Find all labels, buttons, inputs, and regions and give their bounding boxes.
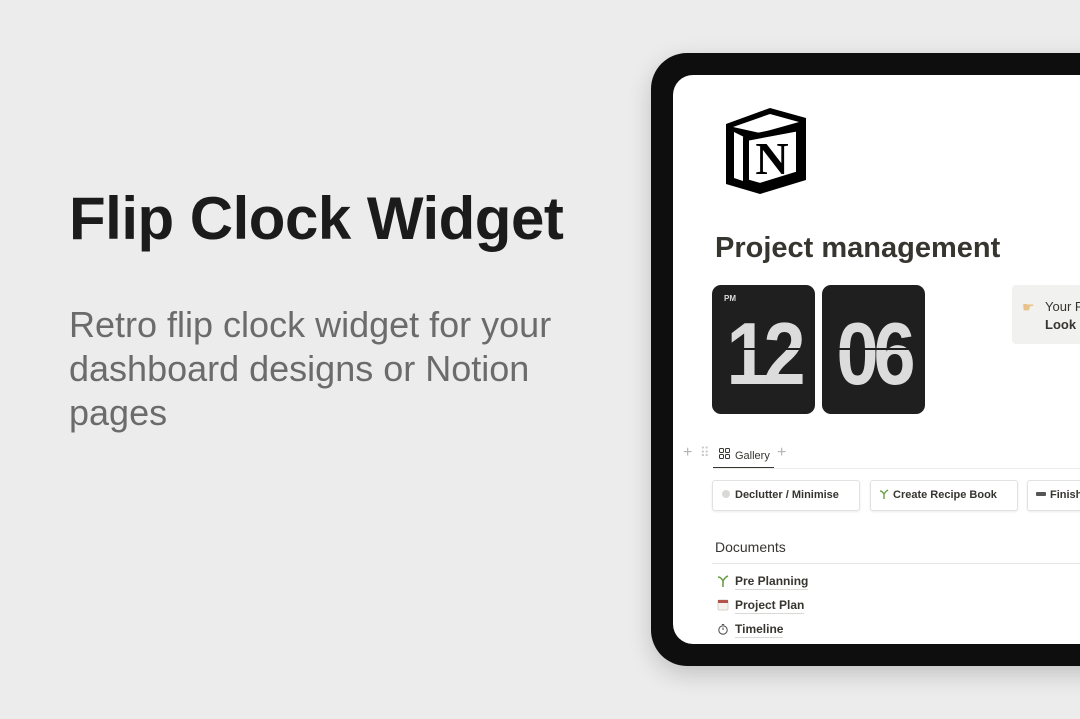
pointing-hand-icon: ☛ — [1022, 299, 1035, 315]
sprout-icon — [879, 489, 889, 499]
gallery-card-title: Finish — [1050, 489, 1080, 501]
flip-clock-minute-card: 06 — [822, 285, 925, 414]
calendar-icon — [717, 599, 729, 611]
documents-divider — [712, 563, 1080, 564]
add-view-button[interactable]: + — [777, 444, 786, 462]
documents-heading: Documents — [715, 539, 786, 555]
stopwatch-icon — [718, 623, 728, 635]
notion-page: N Project management PM 12 06 ☛ Your P L… — [673, 75, 1080, 644]
grey-circle-icon — [722, 490, 730, 498]
gallery-card[interactable]: Create Recipe Book — [870, 480, 1018, 511]
hero-title: Flip Clock Widget — [69, 185, 564, 252]
add-block-button[interactable]: + — [683, 444, 692, 462]
database-view-bar: + ⠿ Gallery + — [673, 442, 1080, 469]
flip-split-line — [822, 348, 925, 350]
hour-digits: 12 — [726, 304, 806, 403]
notion-logo-icon: N — [726, 108, 806, 194]
svg-text:N: N — [755, 133, 788, 184]
flip-split-line — [712, 348, 815, 350]
sprout-icon — [717, 575, 729, 587]
hero-subtitle: Retro flip clock widget for your dashboa… — [69, 304, 552, 433]
document-link-label: Pre Planning — [735, 574, 809, 590]
page-title: Project management — [715, 232, 1001, 264]
tab-gallery[interactable]: Gallery — [713, 442, 774, 469]
gallery-card-title: Declutter / Minimise — [735, 489, 839, 501]
gallery-grid-icon — [719, 448, 730, 459]
document-link-label: Timeline — [735, 622, 784, 638]
flip-clock-hour-card: PM 12 — [712, 285, 815, 414]
minute-digits: 06 — [836, 304, 916, 403]
gallery-card-title: Create Recipe Book — [893, 489, 997, 501]
keyboard-icon — [1036, 492, 1046, 496]
gallery-card[interactable]: Finish — [1027, 480, 1080, 511]
callout-line-1: Your P — [1045, 299, 1080, 314]
callout-block[interactable]: ☛ Your P Look a — [1012, 285, 1080, 344]
callout-line-2: Look a — [1045, 317, 1080, 332]
drag-handle-icon[interactable]: ⠿ — [700, 445, 709, 461]
gallery-card[interactable]: Declutter / Minimise — [712, 480, 860, 511]
view-divider — [713, 468, 1080, 469]
document-link-label: Project Plan — [735, 598, 805, 614]
